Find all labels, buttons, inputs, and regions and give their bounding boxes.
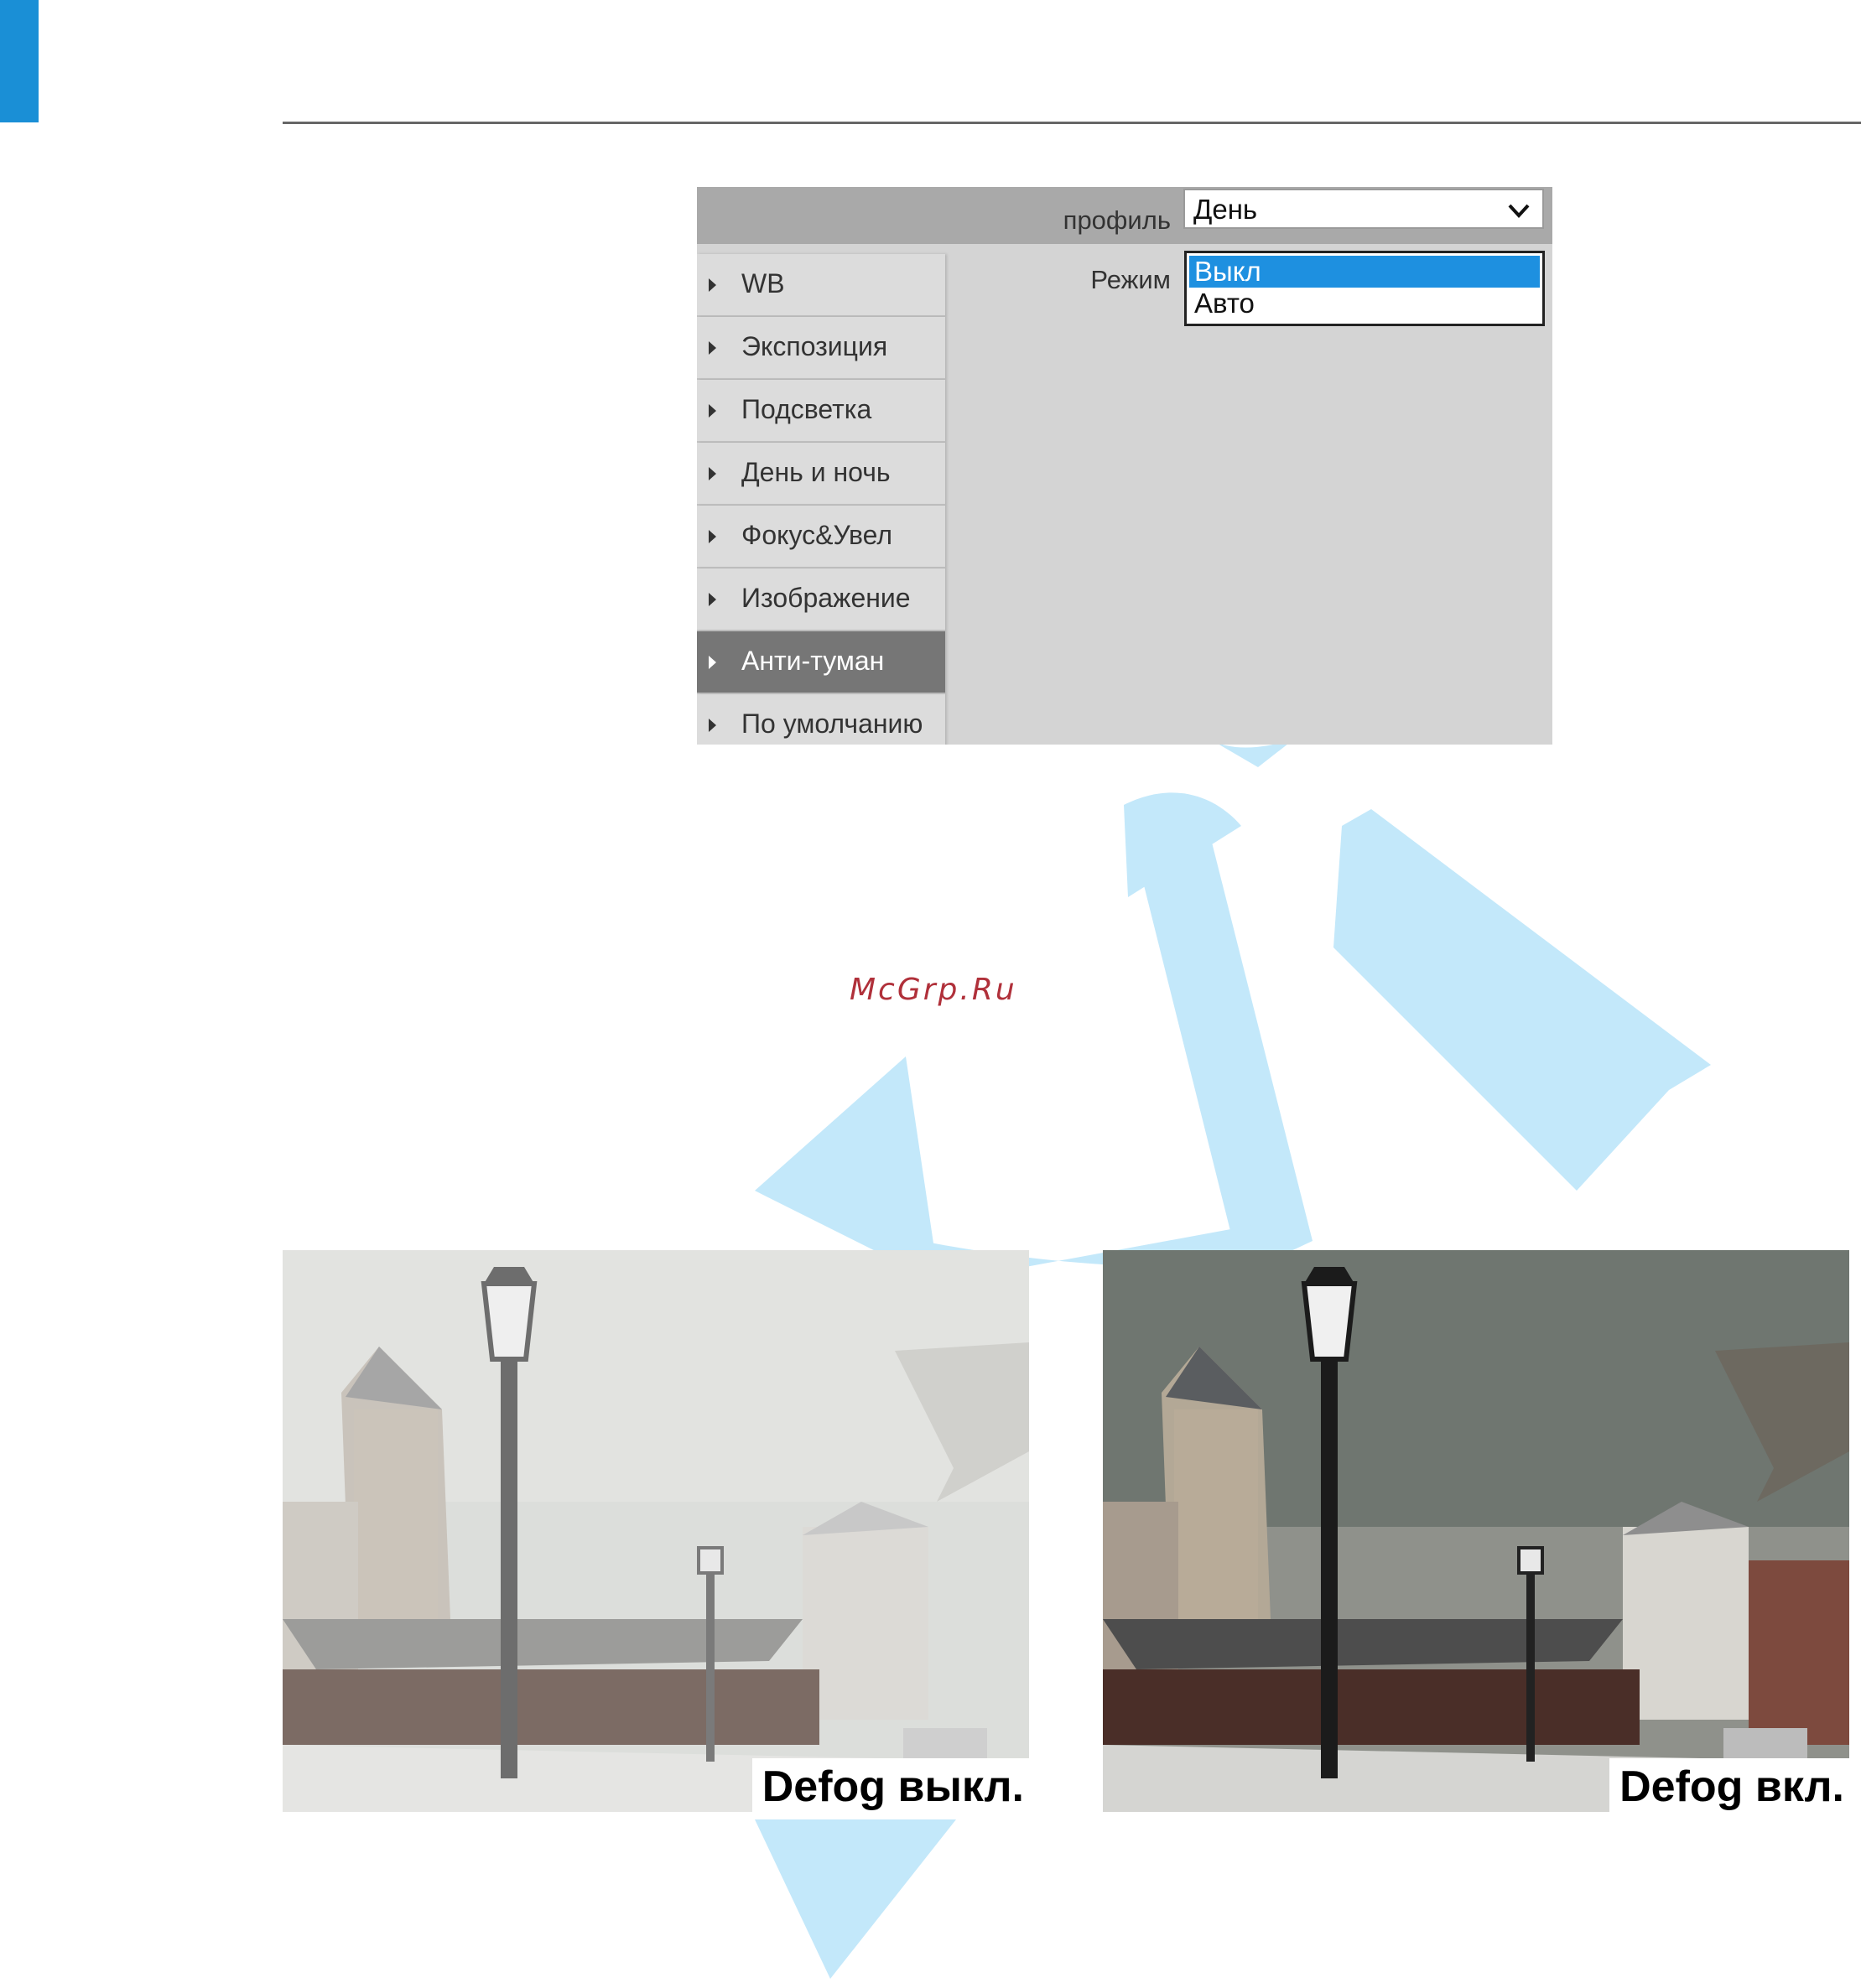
caret-right-icon (709, 341, 716, 355)
sidebar-item-label: Фокус&Увел (741, 520, 893, 550)
header-divider (283, 122, 1861, 124)
sidebar-item-day-night[interactable]: День и ночь (697, 443, 945, 506)
sidebar-item-exposure[interactable]: Экспозиция (697, 317, 945, 380)
page-accent-bar (0, 0, 39, 122)
settings-panel: профиль День WB Экспозиция Подсветка Ден… (697, 187, 1552, 745)
foggy-street-image (283, 1250, 1029, 1812)
sidebar-item-label: WB (741, 268, 785, 298)
clear-street-image (1103, 1250, 1849, 1812)
sidebar-item-label: Экспозиция (741, 331, 888, 361)
sidebar-item-default[interactable]: По умолчанию (697, 694, 945, 745)
caret-right-icon (709, 593, 716, 606)
sidebar-item-backlight[interactable]: Подсветка (697, 380, 945, 443)
profile-label: профиль (1063, 205, 1171, 235)
photo-caption: Defog выкл. (751, 1758, 1029, 1812)
mode-option-auto[interactable]: Авто (1189, 288, 1540, 319)
caret-right-icon (709, 404, 716, 418)
profile-select[interactable]: День (1183, 189, 1544, 229)
photo-caption: Defog вкл. (1609, 1758, 1849, 1812)
sidebar-item-focus-zoom[interactable]: Фокус&Увел (697, 506, 945, 568)
photo-defog-off: Defog выкл. (283, 1250, 1029, 1812)
site-watermark: McGrp.Ru (850, 973, 1017, 1007)
sidebar-item-label: Подсветка (741, 394, 872, 424)
caret-right-icon (709, 278, 716, 292)
panel-top-bar: профиль День (697, 187, 1552, 244)
sidebar-item-image[interactable]: Изображение (697, 568, 945, 631)
mode-dropdown-list[interactable]: Выкл Авто (1184, 251, 1545, 326)
sidebar-item-label: Изображение (741, 583, 911, 613)
caret-right-icon (709, 719, 716, 732)
mode-label: Режим (1090, 265, 1171, 294)
sidebar-item-label: Анти-туман (741, 646, 885, 676)
sidebar-item-wb[interactable]: WB (697, 254, 945, 317)
caret-right-icon (709, 656, 716, 669)
profile-select-value: День (1193, 194, 1258, 225)
sidebar-item-label: По умолчанию (741, 709, 923, 739)
caret-right-icon (709, 530, 716, 543)
chevron-down-icon (1508, 204, 1530, 218)
photo-defog-on: Defog вкл. (1103, 1250, 1849, 1812)
sidebar-item-label: День и ночь (741, 457, 891, 487)
sidebar-item-defog[interactable]: Анти-туман (697, 631, 945, 694)
mode-option-off[interactable]: Выкл (1189, 256, 1540, 288)
sidebar-menu: WB Экспозиция Подсветка День и ночь Фоку… (697, 254, 945, 745)
caret-right-icon (709, 467, 716, 480)
